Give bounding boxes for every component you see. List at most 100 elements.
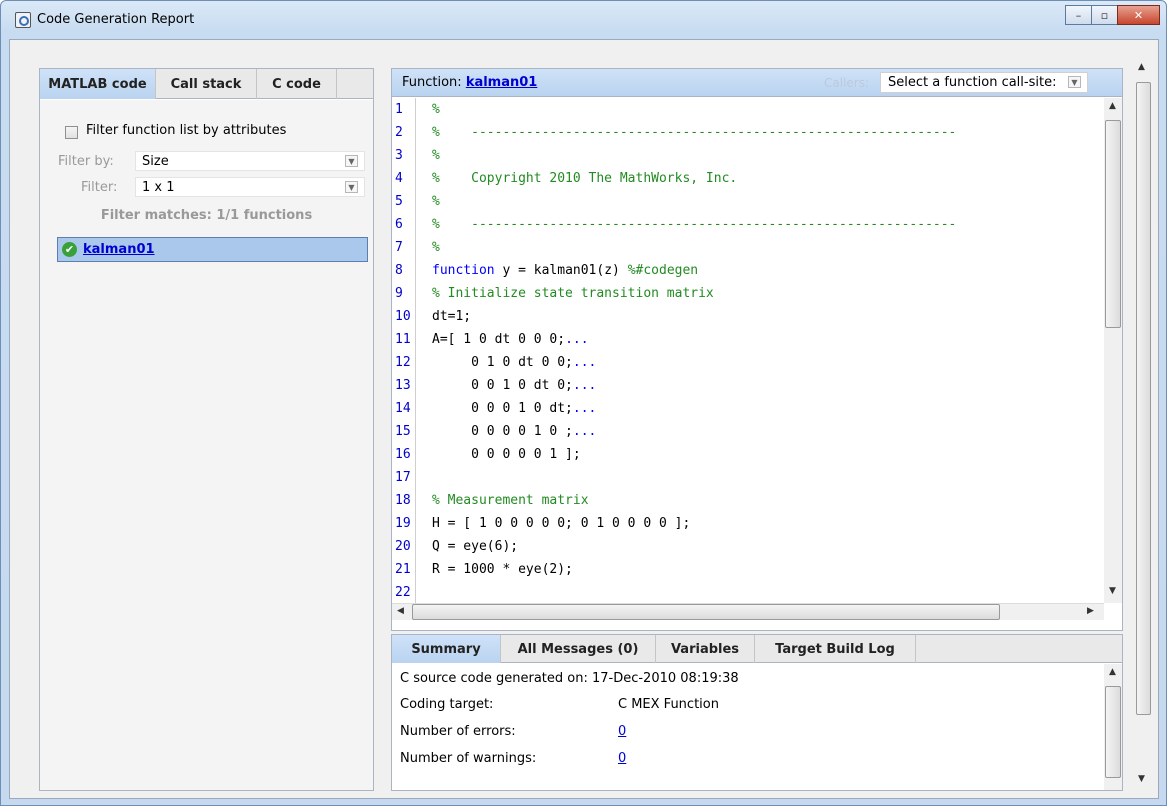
code-line: 18 % Measurement matrix [392,489,1104,512]
chevron-down-icon[interactable]: ▼ [345,181,358,193]
line-number: 6 [392,213,416,236]
code-line: 2 % -------------------------------------… [392,121,1104,144]
code-line: 8 function y = kalman01(z) %#codegen [392,259,1104,282]
filter-select[interactable]: 1 x 1 ▼ [135,177,365,197]
left-panel: MATLAB code Call stack C code Filter fun… [39,68,374,791]
code-text: % [432,194,440,209]
scroll-up-icon[interactable]: ▲ [1138,62,1145,72]
code-line: 22 [392,581,1104,603]
tab-all-messages[interactable]: All Messages (0) [501,635,656,663]
code-text: % Measurement matrix [432,493,589,508]
line-number: 14 [392,397,416,420]
line-number: 19 [392,512,416,535]
line-number: 15 [392,420,416,443]
scroll-thumb[interactable] [412,604,1000,620]
scroll-down-icon[interactable]: ▼ [1109,586,1116,596]
filter-label: Filter: [81,180,118,195]
scroll-left-icon[interactable]: ◀ [397,606,404,616]
code-line: 6 % -------------------------------------… [392,213,1104,236]
code-vertical-scrollbar[interactable]: ▲ ▼ [1104,98,1122,603]
code-text: 0 0 1 0 dt 0; [432,378,573,393]
tab-call-stack[interactable]: Call stack [156,69,257,99]
filter-checkbox[interactable] [65,126,78,139]
scroll-up-icon[interactable]: ▲ [1109,101,1116,111]
chevron-down-icon[interactable]: ▼ [345,155,358,167]
line-number: 11 [392,328,416,351]
scroll-thumb[interactable] [1136,82,1151,715]
filter-value: 1 x 1 [142,180,175,195]
close-button[interactable]: ✕ [1117,5,1160,25]
scroll-thumb[interactable] [1105,686,1121,778]
code-continuation: ... [572,378,597,393]
window-vertical-scrollbar[interactable]: ▲ ▼ [1130,54,1156,797]
function-list-item[interactable]: ✔ kalman01 [57,237,368,262]
code-line: 17 [392,466,1104,489]
maximize-button[interactable]: ▫ [1091,5,1118,25]
scroll-down-icon[interactable]: ▼ [1138,774,1145,784]
coding-target-label: Coding target: [400,697,494,712]
tab-summary[interactable]: Summary [392,635,501,663]
code-line: 16 0 0 0 0 0 1 ]; [392,443,1104,466]
code-listing: 1% 2% -----------------------------------… [392,98,1104,603]
code-continuation: ... [572,401,597,416]
minimize-button[interactable]: – [1065,5,1092,25]
code-line: 10 dt=1; [392,305,1104,328]
code-text: % --------------------------------------… [432,125,957,140]
line-number: 21 [392,558,416,581]
line-number: 17 [392,466,416,489]
code-text: % [432,102,440,117]
tab-target-build-log[interactable]: Target Build Log [755,635,916,663]
filter-by-value: Size [142,154,169,169]
filter-by-label: Filter by: [58,154,114,169]
line-number: 10 [392,305,416,328]
code-line: 3% [392,144,1104,167]
code-horizontal-scrollbar[interactable]: ◀ ▶ [392,603,1104,620]
line-number: 12 [392,351,416,374]
summary-vertical-scrollbar[interactable]: ▲ [1104,664,1122,790]
callsite-select[interactable]: Select a function call-site: ▼ [880,72,1088,93]
line-number: 4 [392,167,416,190]
success-check-icon: ✔ [62,242,77,257]
code-text: dt=1; [432,309,472,324]
code-line: 20 Q = eye(6); [392,535,1104,558]
code-line: 21 R = 1000 * eye(2); [392,558,1104,581]
tab-matlab-code[interactable]: MATLAB code [40,69,156,99]
tab-c-code[interactable]: C code [257,69,337,99]
line-number: 22 [392,581,416,603]
code-text: % Copyright 2010 The MathWorks, Inc. [432,171,738,186]
line-number: 9 [392,282,416,305]
code-text: 0 0 0 0 1 0 ; [432,424,573,439]
filter-by-select[interactable]: Size ▼ [135,151,365,171]
callers-label: Callers: [824,76,870,90]
line-number: 3 [392,144,416,167]
code-header: Function: kalman01 Callers: Select a fun… [392,69,1122,97]
function-name-link[interactable]: kalman01 [466,75,538,90]
window-title: Code Generation Report [37,12,195,27]
warnings-link[interactable]: 0 [618,751,626,766]
code-panel: Function: kalman01 Callers: Select a fun… [391,68,1123,631]
function-link[interactable]: kalman01 [83,242,155,257]
code-text: A=[ 1 0 dt 0 0 0; [432,332,566,347]
code-text: % [432,148,440,163]
line-number: 18 [392,489,416,512]
matlab-code-pane: Filter function list by attributes Filte… [40,100,373,790]
code-text: 0 0 0 0 0 1 ]; [432,447,581,462]
code-comment: %#codegen [627,263,699,278]
code-text: 0 1 0 dt 0 0; [432,355,573,370]
scroll-right-icon[interactable]: ▶ [1087,606,1094,616]
scroll-thumb[interactable] [1105,120,1121,328]
code-line: 5% [392,190,1104,213]
code-line: 19 H = [ 1 0 0 0 0 0; 0 1 0 0 0 0 ]; [392,512,1104,535]
code-line: 7% [392,236,1104,259]
tab-variables[interactable]: Variables [656,635,755,663]
errors-link[interactable]: 0 [618,724,626,739]
code-line: 12 0 1 0 dt 0 0;... [392,351,1104,374]
code-line: 13 0 0 1 0 dt 0;... [392,374,1104,397]
warnings-label: Number of warnings: [400,751,537,766]
code-text: 0 0 0 1 0 dt; [432,401,573,416]
code-text: % Initialize state transition matrix [432,286,714,301]
callsite-select-value: Select a function call-site: [888,75,1057,90]
scroll-up-icon[interactable]: ▲ [1109,667,1116,677]
chevron-down-icon[interactable]: ▼ [1068,76,1081,88]
filter-checkbox-label: Filter function list by attributes [86,123,287,138]
